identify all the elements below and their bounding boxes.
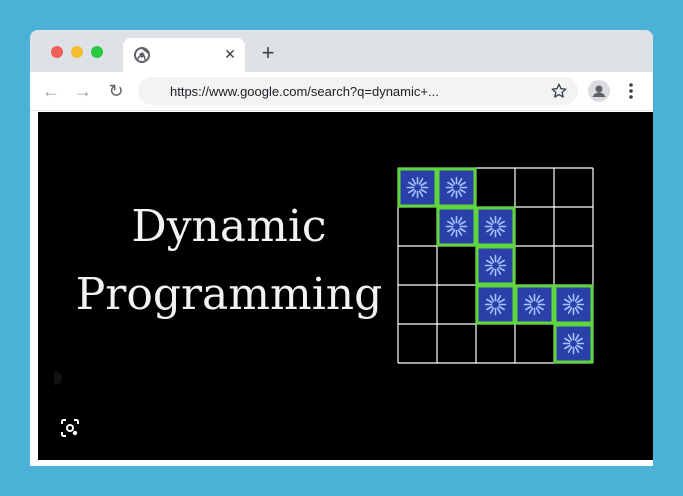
highlighted-cell <box>436 167 477 208</box>
highlighted-cell <box>475 206 516 247</box>
highlighted-cell <box>514 284 555 325</box>
page-left-margin <box>30 111 38 466</box>
url-text: https://www.google.com/search?q=dynamic+… <box>170 84 439 99</box>
star-icon[interactable] <box>550 82 568 100</box>
browser-tab[interactable]: ✕ <box>123 38 245 72</box>
image-preview[interactable]: Dynamic Programming <box>38 112 653 460</box>
highlighted-cell <box>475 245 516 286</box>
tab-bar: ✕ + <box>30 30 653 72</box>
highlighted-cell <box>436 206 477 247</box>
browser-toolbar: ← → ↻ https://www.google.com/search?q=dy… <box>30 72 653 111</box>
close-window-button[interactable] <box>51 46 63 58</box>
reload-icon[interactable]: ↻ <box>105 80 127 102</box>
minimize-window-button[interactable] <box>71 46 83 58</box>
address-bar[interactable]: https://www.google.com/search?q=dynamic+… <box>138 77 578 105</box>
dp-grid <box>397 167 594 364</box>
lens-icon[interactable] <box>60 418 80 438</box>
highlighted-cell <box>553 323 594 364</box>
highlighted-cell <box>397 167 438 208</box>
highlighted-cell <box>475 284 516 325</box>
chrome-icon <box>134 47 150 63</box>
close-icon[interactable]: ✕ <box>221 45 239 63</box>
three-dots-vertical-icon[interactable] <box>624 81 638 101</box>
plus-icon[interactable]: + <box>257 42 279 64</box>
highlighted-cell <box>553 284 594 325</box>
arrow-left-icon[interactable]: ← <box>40 80 62 102</box>
browser-window: ✕ + ← → ↻ https://www.google.com/search?… <box>30 30 653 466</box>
arrow-right-icon[interactable]: → <box>72 80 94 102</box>
maximize-window-button[interactable] <box>91 46 103 58</box>
person-icon[interactable] <box>588 80 610 102</box>
